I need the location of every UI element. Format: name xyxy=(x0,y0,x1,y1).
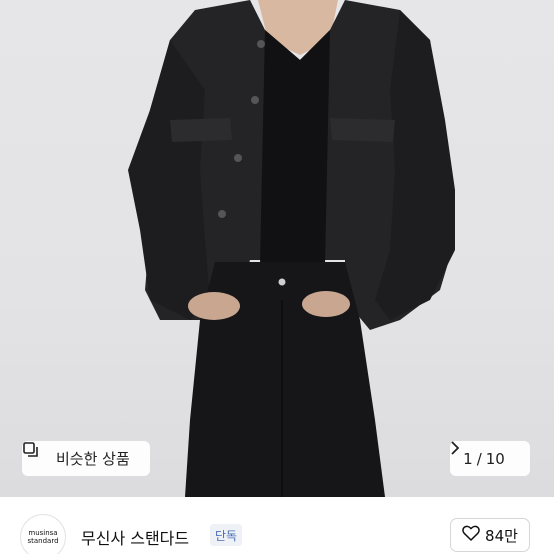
heart-icon xyxy=(462,525,480,545)
brand-bar: musinsa standard 무신사 스탠다드 단독 84만 xyxy=(0,497,554,554)
logo-line-2: standard xyxy=(27,537,59,545)
similar-products-label: 비슷한 상품 xyxy=(56,450,130,468)
brand-logo[interactable]: musinsa standard xyxy=(20,514,66,554)
product-photo-model xyxy=(128,0,455,497)
exclusive-badge: 단독 xyxy=(210,524,243,546)
logo-line-1: musinsa xyxy=(28,529,58,537)
brand-name-link[interactable]: 무신사 스탠다드 xyxy=(81,525,189,549)
image-pager[interactable]: 1 / 10 xyxy=(450,441,530,476)
like-count: 84만 xyxy=(485,526,518,545)
similar-products-icon xyxy=(23,442,50,468)
similar-products-button[interactable]: 비슷한 상품 xyxy=(22,441,150,476)
pager-current: 1 xyxy=(463,449,473,468)
like-button[interactable]: 84만 xyxy=(450,518,530,552)
pager-separator: / xyxy=(476,449,482,468)
product-image[interactable]: 비슷한 상품 1 / 10 xyxy=(0,0,554,497)
pager-total: 10 xyxy=(485,449,505,468)
